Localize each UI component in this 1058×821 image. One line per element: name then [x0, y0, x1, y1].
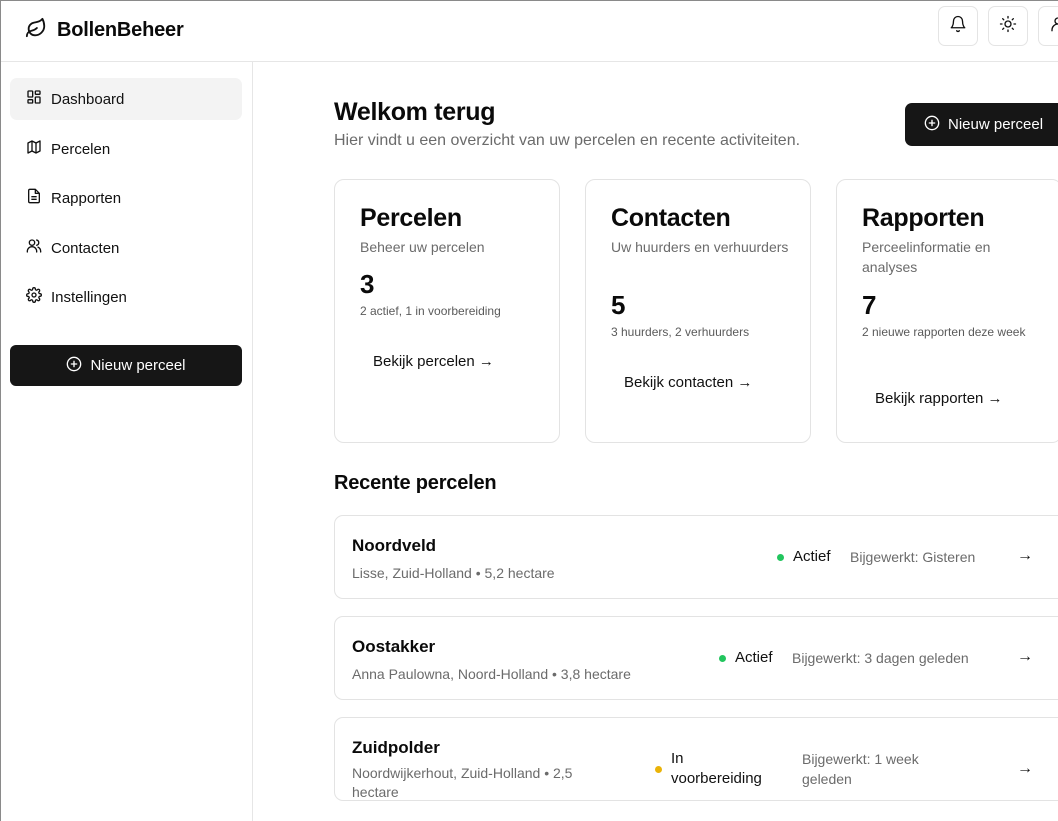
card-note: 2 actief, 1 in voorbereiding [360, 304, 501, 318]
file-icon [26, 188, 42, 208]
card-value: 3 [360, 269, 375, 299]
card-description: Perceelinformatie en analyses [862, 239, 991, 275]
sidebar-new-parcel-button[interactable]: Nieuw perceel [10, 345, 242, 386]
top-bar: BollenBeheer [1, 1, 1058, 62]
parcel-name: Noordveld [352, 536, 437, 555]
status-label: In voorbereiding [671, 750, 762, 787]
sidebar-item-percelen[interactable]: Percelen [10, 128, 242, 170]
gear-icon [26, 287, 42, 307]
card-description: Beheer uw percelen [360, 239, 485, 255]
updated-label: Bijgewerkt: 3 dagen geleden [792, 650, 969, 666]
sidebar: Dashboard Percelen Rapporten Contacten I… [1, 62, 253, 821]
users-icon [26, 238, 42, 258]
card-title: Percelen [360, 204, 462, 232]
view-parcels-link[interactable]: Bekijk percelen → [373, 353, 494, 370]
parcel-row[interactable]: Zuidpolder Noordwijkerhout, Zuid-Holland… [334, 717, 1058, 801]
page-title: Welkom terug [334, 98, 496, 126]
sidebar-item-label: Percelen [51, 140, 111, 158]
map-icon [26, 139, 42, 159]
notifications-button[interactable] [938, 6, 978, 46]
view-reports-link[interactable]: Bekijk rapporten → [875, 390, 1003, 407]
card-description: Uw huurders en verhuurders [611, 239, 789, 255]
card-value: 7 [862, 290, 877, 320]
sidebar-item-contacten[interactable]: Contacten [10, 227, 242, 269]
plus-circle-icon [924, 115, 940, 135]
card-title: Rapporten [862, 204, 985, 232]
card-note: 2 nieuwe rapporten deze week [862, 325, 1026, 339]
brand-name: BollenBeheer [57, 19, 184, 41]
arrow-right-icon[interactable]: → [1017, 760, 1033, 778]
updated-label: Bijgewerkt: 1 week geleden [802, 751, 919, 787]
sidebar-item-rapporten[interactable]: Rapporten [10, 177, 242, 219]
sidebar-item-label: Dashboard [51, 90, 125, 108]
card-note: 3 huurders, 2 verhuurders [611, 325, 750, 339]
page-subtitle: Hier vindt u een overzicht van uw percel… [334, 132, 801, 149]
sun-icon [999, 15, 1017, 38]
leaf-icon [25, 17, 47, 44]
button-label: Nieuw perceel [948, 116, 1044, 133]
parcel-name: Oostakker [352, 637, 436, 656]
sidebar-item-instellingen[interactable]: Instellingen [10, 276, 242, 318]
card-rapporten: Rapporten Perceelinformatie en analyses … [836, 179, 1058, 443]
status-dot [719, 655, 726, 662]
parcel-row[interactable]: Noordveld Lisse, Zuid-Holland • 5,2 hect… [334, 515, 1058, 599]
updated-label: Bijgewerkt: Gisteren [850, 549, 976, 565]
parcel-location: Noordwijkerhout, Zuid-Holland • 2,5 hect… [352, 765, 573, 800]
brand[interactable]: BollenBeheer [25, 17, 184, 44]
parcel-row[interactable]: Oostakker Anna Paulowna, Noord-Holland •… [334, 616, 1058, 700]
new-parcel-button[interactable]: Nieuw perceel [905, 103, 1058, 146]
button-label: Nieuw perceel [90, 357, 186, 374]
user-icon [1049, 15, 1058, 38]
account-button[interactable] [1038, 6, 1058, 46]
grid-icon [26, 89, 42, 109]
sidebar-item-label: Rapporten [51, 189, 122, 207]
status-dot [777, 554, 784, 561]
sidebar-item-label: Contacten [51, 239, 120, 257]
app-window: BollenBeheer Dashboard Percelen Rapporte… [0, 0, 1058, 821]
sidebar-item-dashboard[interactable]: Dashboard [10, 78, 242, 120]
parcel-location: Lisse, Zuid-Holland • 5,2 hectare [352, 565, 555, 581]
bell-icon [949, 15, 967, 38]
card-percelen: Percelen Beheer uw percelen 3 2 actief, … [334, 179, 560, 443]
arrow-right-icon[interactable]: → [1017, 648, 1033, 666]
theme-toggle-button[interactable] [988, 6, 1028, 46]
arrow-right-icon[interactable]: → [1017, 547, 1033, 565]
card-contacten: Contacten Uw huurders en verhuurders 5 3… [585, 179, 811, 443]
status-label: Actief [735, 649, 773, 666]
status-label: Actief [793, 548, 831, 565]
plus-circle-icon [66, 356, 82, 376]
parcel-name: Zuidpolder [352, 738, 440, 757]
recent-parcels-heading: Recente percelen [334, 472, 497, 494]
view-contacts-link[interactable]: Bekijk contacten → [624, 374, 752, 391]
parcel-location: Anna Paulowna, Noord-Holland • 3,8 hecta… [352, 666, 631, 682]
card-title: Contacten [611, 204, 731, 232]
card-value: 5 [611, 290, 626, 320]
sidebar-item-label: Instellingen [51, 288, 127, 306]
status-dot [655, 766, 662, 773]
